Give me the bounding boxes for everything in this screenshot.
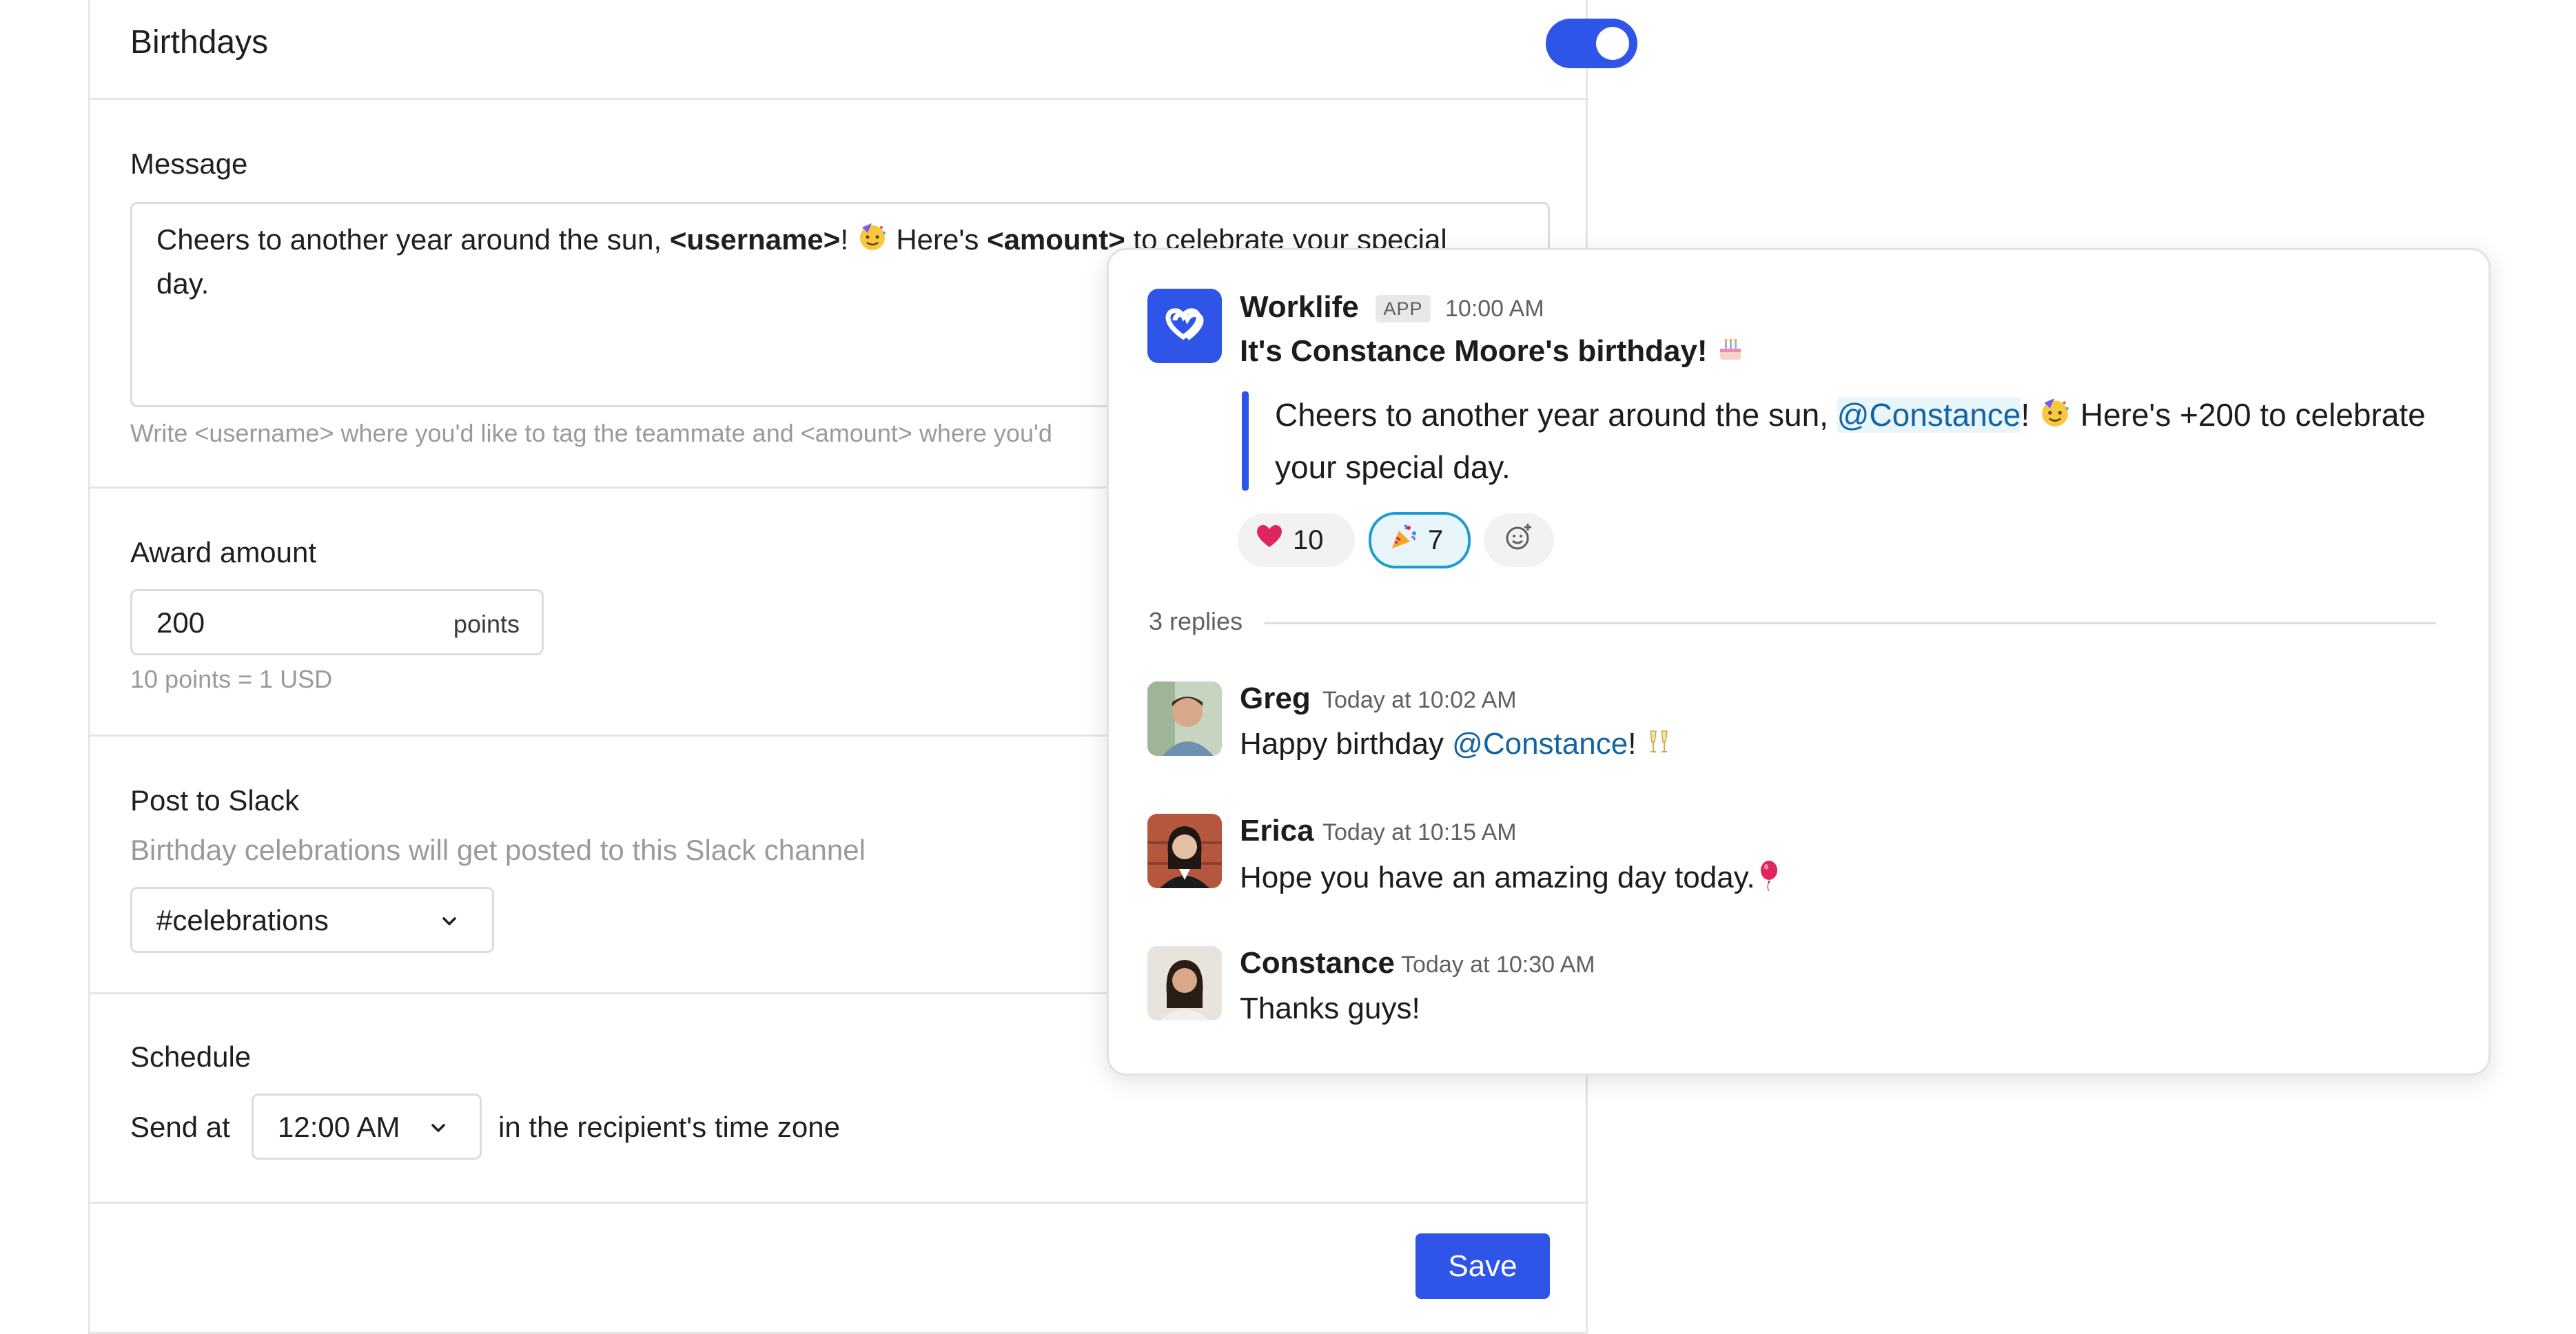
card-title: Birthdays xyxy=(130,24,269,61)
reaction-count: 10 xyxy=(1293,524,1324,555)
avatar[interactable] xyxy=(1147,814,1222,888)
reply-author[interactable]: Greg xyxy=(1240,681,1311,716)
add-reaction-icon xyxy=(1503,521,1535,560)
reply-timestamp[interactable]: Today at 10:30 AM xyxy=(1401,952,1595,978)
toggle-knob xyxy=(1596,27,1629,60)
message-hint: Write <username> where you'd like to tag… xyxy=(130,419,1052,447)
time-value: 12:00 AM xyxy=(278,1111,400,1143)
chevron-down-icon xyxy=(442,917,456,925)
mention-link[interactable]: @Constance xyxy=(1837,397,2021,433)
add-reaction-button[interactable] xyxy=(1484,513,1554,567)
reply-text: Hope you have an amazing day today. xyxy=(1240,859,1783,900)
quote-bar xyxy=(1242,391,1249,491)
chevron-down-icon xyxy=(431,1124,445,1132)
avatar[interactable] xyxy=(1147,681,1222,756)
app-badge: APP xyxy=(1376,295,1431,322)
send-at-label: Send at xyxy=(130,1111,230,1143)
award-value: 200 xyxy=(156,606,205,639)
award-hint: 10 points = 1 USD xyxy=(130,665,333,693)
award-unit: points xyxy=(453,610,520,638)
clinking-glasses-icon xyxy=(1645,727,1673,765)
award-label: Award amount xyxy=(130,536,317,568)
message-label: Message xyxy=(130,147,248,180)
partying-face-icon xyxy=(857,220,888,263)
schedule-label: Schedule xyxy=(130,1040,252,1073)
timezone-label: in the recipient's time zone xyxy=(498,1111,840,1143)
app-name: Worklife xyxy=(1240,290,1359,324)
reaction-count: 7 xyxy=(1428,524,1444,555)
birthday-cake-icon xyxy=(1716,335,1745,371)
reaction-party[interactable]: 7 xyxy=(1369,512,1471,568)
channel-select[interactable]: #celebrations xyxy=(130,887,494,953)
channel-value: #celebrations xyxy=(156,904,329,936)
divider xyxy=(90,98,1586,100)
mention-link[interactable]: @Constance xyxy=(1452,727,1628,761)
partying-face-icon xyxy=(2038,393,2072,442)
reply-author[interactable]: Constance xyxy=(1240,946,1395,981)
reaction-heart[interactable]: 10 xyxy=(1238,513,1355,567)
reply-text: Thanks guys! xyxy=(1240,992,1420,1025)
birthdays-toggle[interactable] xyxy=(1546,19,1637,68)
save-button[interactable]: Save xyxy=(1415,1233,1550,1299)
quote-text: Cheers to another year around the sun, @… xyxy=(1275,390,2467,492)
divider xyxy=(90,1202,1586,1204)
avatar[interactable] xyxy=(1147,946,1222,1020)
party-popper-icon xyxy=(1389,522,1418,558)
app-timestamp: 10:00 AM xyxy=(1445,296,1544,322)
replies-divider xyxy=(1265,622,2436,624)
birthday-headline: It's Constance Moore's birthday! xyxy=(1240,334,1745,371)
post-to-slack-hint: Birthday celebrations will get posted to… xyxy=(130,834,866,866)
reply-text: Happy birthday @Constance! xyxy=(1240,727,1673,765)
reply-timestamp[interactable]: Today at 10:02 AM xyxy=(1322,687,1517,714)
reply-author[interactable]: Erica xyxy=(1240,814,1314,848)
worklife-logo-icon xyxy=(1147,289,1222,363)
reply-timestamp[interactable]: Today at 10:15 AM xyxy=(1322,819,1517,846)
replies-count[interactable]: 3 replies xyxy=(1149,607,1243,636)
post-to-slack-label: Post to Slack xyxy=(130,784,300,817)
award-amount-input[interactable]: 200 points xyxy=(130,589,544,655)
balloon-icon xyxy=(1755,859,1783,900)
heart-icon xyxy=(1256,523,1283,557)
time-select[interactable]: 12:00 AM xyxy=(252,1094,482,1160)
slack-message-preview: Worklife APP 10:00 AM It's Constance Moo… xyxy=(1107,248,2491,1076)
